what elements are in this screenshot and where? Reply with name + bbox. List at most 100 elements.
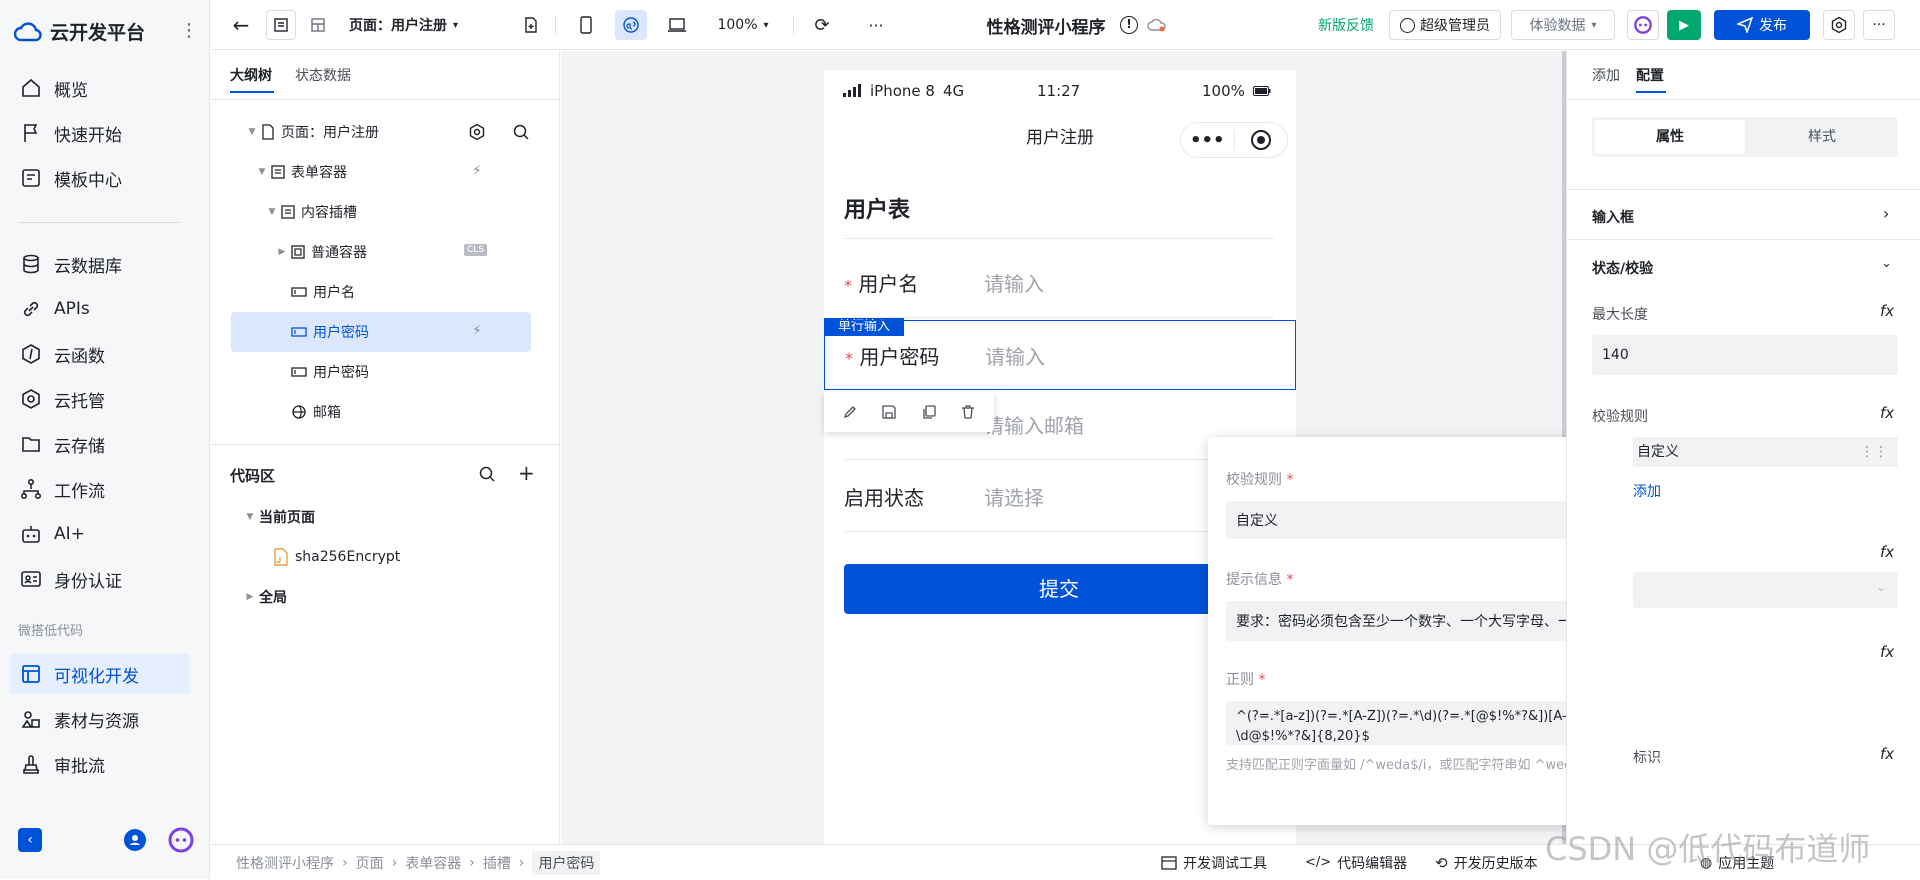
breadcrumb-item[interactable]: 表单容器 — [405, 853, 461, 873]
code-global[interactable]: ▶ 全局 — [231, 577, 541, 617]
nav-item-functions[interactable]: 云函数 — [10, 334, 190, 374]
section-validate[interactable]: 状态/校验 — [1592, 258, 1653, 278]
tree-node-page[interactable]: ▼ 页面：用户注册 — [231, 112, 541, 152]
capsule-menu[interactable]: ••• — [1180, 122, 1288, 158]
delete-icon[interactable] — [960, 404, 976, 420]
tree-node-password[interactable]: 用户密码 — [231, 352, 541, 392]
rule-item[interactable]: 自定义 ⋮⋮ — [1633, 437, 1898, 467]
save-icon[interactable] — [881, 404, 897, 420]
breadcrumb-item[interactable]: 页面 — [356, 853, 384, 873]
add-rule-link[interactable]: 添加 — [1633, 481, 1661, 501]
data-mode-select[interactable]: 体验数据 ▾ — [1511, 10, 1615, 40]
capsule-close-icon[interactable] — [1234, 129, 1287, 151]
props-style-segment: 属性 样式 — [1592, 117, 1898, 157]
maxlength-input[interactable]: 140 — [1592, 335, 1898, 375]
add-code-icon[interactable]: + — [518, 461, 535, 485]
rule-select[interactable]: 自定义 ⌄ — [1226, 501, 1612, 539]
code-search-icon[interactable] — [478, 465, 496, 483]
code-file-item[interactable]: sha256Encrypt — [231, 537, 541, 577]
code-editor-button[interactable]: </> 代码编辑器 — [1305, 845, 1407, 880]
fx-icon[interactable]: fx — [1880, 745, 1894, 763]
nav-item-hosting[interactable]: 云托管 — [10, 379, 190, 419]
nav-item-visual-dev[interactable]: 可视化开发 — [10, 654, 190, 694]
settings-button[interactable] — [1823, 10, 1855, 40]
chevron-right-icon[interactable]: › — [1883, 204, 1889, 223]
breadcrumb-item[interactable]: 性格测评小程序 — [236, 853, 334, 873]
nav-item-approval[interactable]: 审批流 — [10, 744, 190, 784]
chevron-down-icon[interactable]: ⌄ — [1881, 256, 1892, 271]
history-button[interactable]: ⟲ 开发历史版本 — [1435, 845, 1538, 880]
tree-node-container[interactable]: ▶ 普通容器 CLS — [231, 232, 541, 272]
regex-input[interactable]: ^(?=.*[a-z])(?=.*[A-Z])(?=.*\d)(?=.*[@$!… — [1226, 701, 1612, 745]
tab-config[interactable]: 配置 — [1636, 65, 1664, 85]
tree-node-email[interactable]: 邮箱 — [231, 392, 541, 432]
assistant-top-button[interactable] — [1627, 10, 1659, 40]
app-info-button[interactable]: ! — [1117, 10, 1141, 40]
breadcrumb-item[interactable]: 插槽 — [483, 853, 511, 873]
tree-node-password-selected[interactable]: 用户密码 ⚡ — [231, 312, 531, 352]
refresh-button[interactable]: ⟳ — [807, 10, 837, 40]
nav-item-templates[interactable]: 模板中心 — [10, 158, 190, 198]
user-avatar[interactable] — [124, 829, 146, 851]
code-area-title: 代码区 — [230, 467, 276, 485]
device-pc-button[interactable] — [662, 10, 692, 40]
event-bolt-icon[interactable]: ⚡ — [472, 323, 482, 339]
run-button[interactable]: ▶ — [1667, 10, 1701, 40]
nav-item-database[interactable]: 云数据库 — [10, 244, 190, 284]
zoom-select[interactable]: 100% ▾ — [713, 10, 773, 40]
tree-node-content-slot[interactable]: ▼ 内容插槽 — [231, 192, 541, 232]
nav-item-auth[interactable]: 身份认证 — [10, 559, 190, 599]
dev-tools-button[interactable]: 开发调试工具 — [1161, 845, 1267, 880]
nav-item-storage[interactable]: 云存储 — [10, 424, 190, 464]
segment-style[interactable]: 样式 — [1747, 120, 1897, 154]
publish-button[interactable]: 发布 — [1714, 10, 1810, 40]
role-button[interactable]: 超级管理员 — [1389, 10, 1501, 40]
component-action-bar — [824, 392, 994, 432]
drag-handle-icon[interactable]: ⋮⋮ — [1860, 437, 1888, 467]
fx-icon[interactable]: fx — [1880, 643, 1894, 661]
tab-state-data[interactable]: 状态数据 — [295, 65, 351, 85]
layout-page-button[interactable] — [266, 10, 296, 40]
message-input[interactable]: 要求：密码必须包含至少一个数字、一个大写字母、一个 — [1226, 601, 1612, 641]
fx-icon[interactable]: fx — [1880, 404, 1894, 422]
search-icon[interactable] — [512, 123, 530, 141]
more-vertical-icon[interactable]: ⋮ — [180, 20, 198, 41]
device-mobile-button[interactable] — [571, 10, 601, 40]
device-miniprogram-button[interactable] — [615, 10, 647, 40]
nav-item-workflow[interactable]: 工作流 — [10, 469, 190, 509]
tab-add[interactable]: 添加 — [1592, 65, 1620, 85]
field-username[interactable]: * 用户名 请输入 — [844, 248, 1274, 318]
edit-icon[interactable] — [842, 404, 858, 420]
page-selector[interactable]: 页面：用户注册 ▾ — [349, 10, 469, 40]
hidden-select[interactable]: ⌄ — [1633, 572, 1898, 608]
breadcrumb-current[interactable]: 用户密码 — [532, 850, 601, 875]
tab-outline-tree[interactable]: 大纲树 — [230, 65, 272, 85]
copy-icon[interactable] — [921, 404, 937, 420]
tree-node-form-container[interactable]: ▼ 表单容器 ⚡ — [231, 152, 541, 192]
more-menu-button[interactable]: ··· — [1863, 10, 1895, 40]
layout-component-button[interactable] — [303, 10, 333, 40]
capsule-more-icon[interactable]: ••• — [1181, 130, 1234, 151]
collapse-nav-button[interactable]: ‹ — [18, 828, 42, 852]
nav-item-apis[interactable]: APIs — [10, 289, 190, 329]
code-current-page[interactable]: ▼ 当前页面 — [231, 497, 541, 537]
nav-item-overview[interactable]: 概览 — [10, 68, 190, 108]
more-actions-button[interactable]: ··· — [861, 10, 891, 40]
field-password-selected[interactable]: * 用户密码 请输入 — [824, 320, 1296, 390]
assistant-button[interactable] — [168, 827, 194, 853]
nav-item-ai[interactable]: AI+ — [10, 514, 190, 554]
segment-props[interactable]: 属性 — [1595, 120, 1745, 154]
back-button[interactable]: ← — [226, 10, 256, 40]
nav-item-assets[interactable]: 素材与资源 — [10, 699, 190, 739]
tree-node-username[interactable]: 用户名 — [231, 272, 541, 312]
add-page-button[interactable] — [516, 10, 546, 40]
fx-icon[interactable]: fx — [1880, 543, 1894, 561]
feedback-link[interactable]: 新版反馈 — [1311, 10, 1381, 40]
fx-icon[interactable]: fx — [1880, 302, 1894, 320]
page-settings-icon[interactable] — [468, 123, 486, 141]
nav-item-quickstart[interactable]: 快速开始 — [10, 113, 190, 153]
section-input[interactable]: 输入框 — [1592, 207, 1634, 227]
event-bolt-icon[interactable]: ⚡ — [472, 163, 482, 179]
breadcrumb: 性格测评小程序 › 页面 › 表单容器 › 插槽 › 用户密码 — [236, 845, 601, 880]
brand[interactable]: 云开发平台 — [14, 18, 145, 45]
